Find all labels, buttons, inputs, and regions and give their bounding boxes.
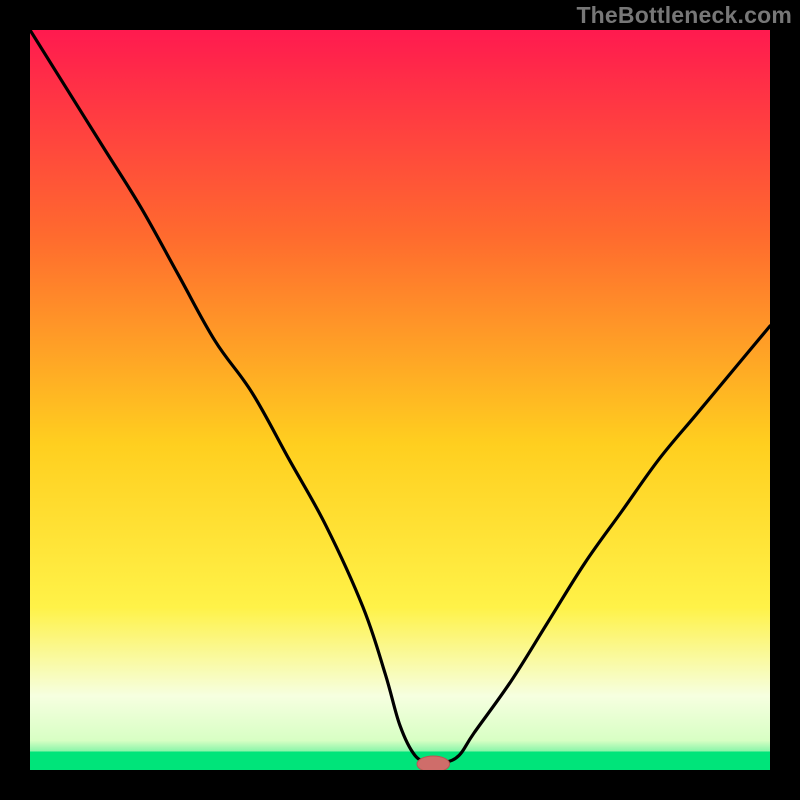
optimum-marker xyxy=(417,756,450,770)
plot-area xyxy=(30,30,770,770)
plot-svg xyxy=(30,30,770,770)
watermark-text: TheBottleneck.com xyxy=(576,2,792,29)
gradient-background xyxy=(30,30,770,770)
chart-frame: TheBottleneck.com xyxy=(0,0,800,800)
green-band xyxy=(30,752,770,771)
